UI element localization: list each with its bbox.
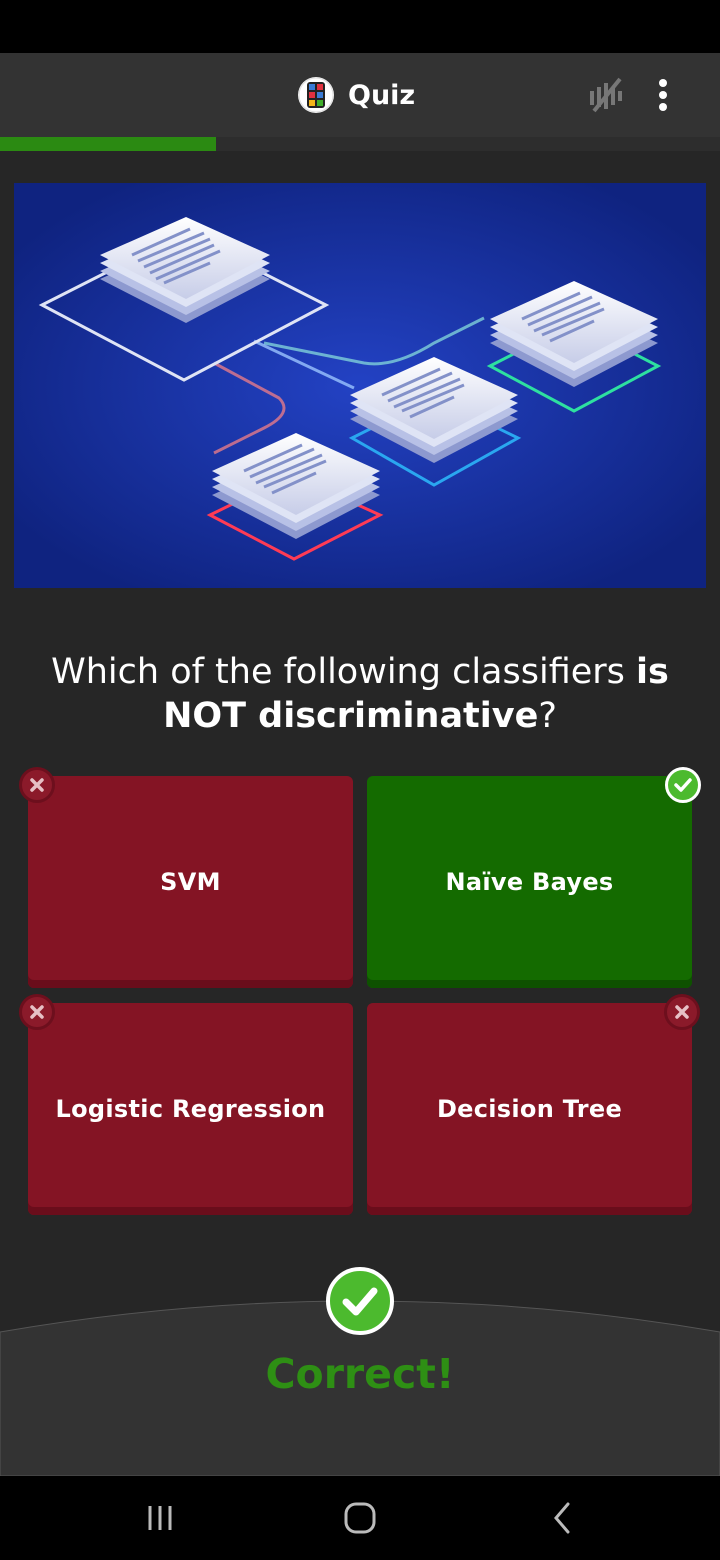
quiz-progress-fill: [0, 137, 216, 151]
app-bar: Quiz: [0, 53, 720, 137]
quiz-app-logo-icon: [298, 77, 334, 113]
correct-mark-icon: [665, 767, 701, 803]
question-text-start: Which of the following classifiers: [51, 652, 637, 692]
answer-label: SVM: [160, 868, 221, 896]
app-title-group: Quiz: [298, 75, 415, 115]
question-illustration: [14, 183, 706, 588]
sound-off-button[interactable]: [584, 75, 628, 115]
status-bar: [0, 0, 720, 53]
quiz-progress-bar: [0, 137, 720, 151]
app-title: Quiz: [348, 79, 416, 111]
back-button[interactable]: [540, 1496, 584, 1540]
question-text: Which of the following classifiers is NO…: [20, 650, 700, 738]
answer-option-logistic-regression[interactable]: Logistic Regression: [28, 1003, 353, 1215]
check-circle-icon: [326, 1267, 394, 1335]
more-vertical-icon: [659, 79, 667, 111]
system-navigation-bar: [0, 1476, 720, 1560]
wrong-mark-icon: [664, 994, 700, 1030]
question-text-end: ?: [538, 696, 557, 736]
recents-button[interactable]: [138, 1496, 182, 1540]
answer-option-svm[interactable]: SVM: [28, 776, 353, 988]
home-button[interactable]: [338, 1496, 382, 1540]
answer-label: Decision Tree: [436, 1095, 623, 1123]
answer-label: Naïve Bayes: [445, 868, 614, 896]
answer-label: Logistic Regression: [55, 1095, 326, 1123]
wrong-mark-icon: [19, 994, 55, 1030]
sound-off-icon: [590, 77, 622, 113]
home-icon: [344, 1502, 376, 1534]
back-icon: [554, 1502, 570, 1534]
answer-option-decision-tree[interactable]: Decision Tree: [367, 1003, 692, 1215]
document-layers-illustration: [14, 183, 706, 588]
wrong-mark-icon: [19, 767, 55, 803]
answer-option-naive-bayes[interactable]: Naïve Bayes: [367, 776, 692, 988]
recents-icon: [148, 1506, 172, 1530]
result-text: Correct!: [265, 1350, 455, 1398]
more-options-button[interactable]: [648, 75, 678, 115]
